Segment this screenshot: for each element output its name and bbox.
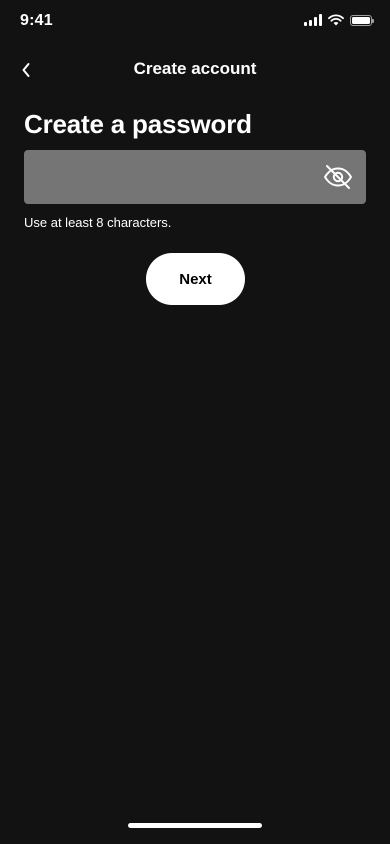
password-input[interactable] <box>24 150 314 204</box>
eye-slash-icon <box>324 165 352 189</box>
status-time: 9:41 <box>20 12 53 29</box>
toggle-password-visibility-button[interactable] <box>322 161 354 193</box>
status-bar: 9:41 <box>0 0 390 44</box>
status-icons <box>304 14 374 26</box>
wifi-icon <box>328 14 344 26</box>
nav-bar: Create account <box>0 48 390 92</box>
next-button[interactable]: Next <box>146 253 245 305</box>
page-title: Create account <box>133 59 257 78</box>
battery-icon <box>350 14 374 26</box>
cellular-signal-icon <box>304 14 322 26</box>
password-hint: Use at least 8 characters. <box>24 215 172 230</box>
password-field <box>24 150 366 204</box>
create-password-heading: Create a password <box>24 109 252 139</box>
home-indicator[interactable] <box>128 823 262 828</box>
